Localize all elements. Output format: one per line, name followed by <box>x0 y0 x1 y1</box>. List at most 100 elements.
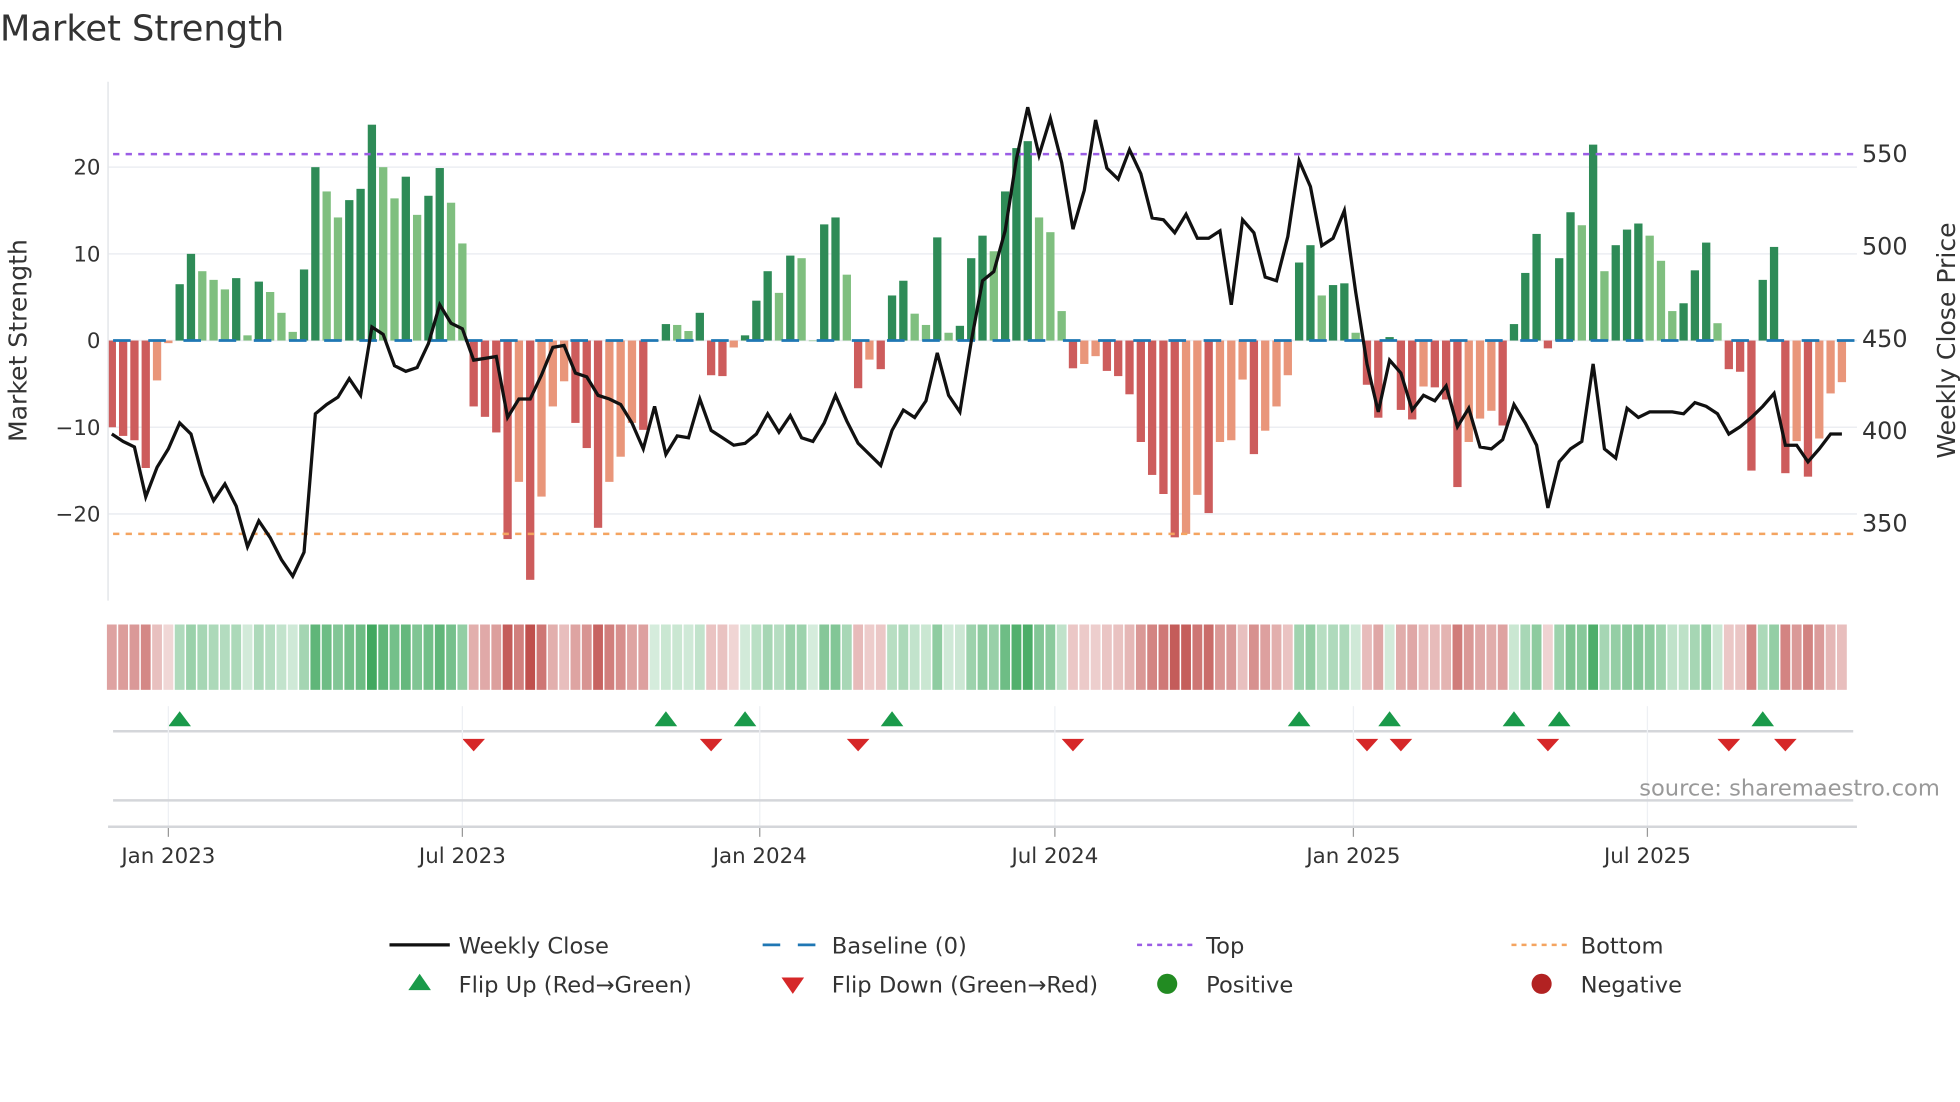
strength-bar <box>1125 340 1134 395</box>
legend-label: Top <box>1205 934 1244 960</box>
left-tick-label: −10 <box>55 416 100 441</box>
heat-cell <box>1407 624 1418 690</box>
strength-bar <box>1340 283 1349 341</box>
heat-cell <box>740 624 750 690</box>
heat-cell <box>1599 624 1610 690</box>
heat-cell <box>1791 624 1802 690</box>
heat-cell <box>321 624 332 690</box>
heat-cell <box>1633 624 1644 690</box>
heat-cell <box>1011 624 1022 690</box>
heat-cell <box>366 624 377 690</box>
heat-cell <box>219 624 230 690</box>
strength-bar <box>526 340 535 580</box>
heat-cell <box>1429 624 1440 690</box>
strength-bar <box>1769 246 1779 341</box>
heat-cell <box>1192 624 1203 690</box>
heat-cell <box>1622 624 1632 690</box>
strength-bar <box>1521 272 1530 341</box>
heat-cell <box>932 624 943 690</box>
triangle-down-icon <box>781 977 805 994</box>
heat-cell <box>1452 624 1463 690</box>
strength-bar <box>1193 340 1202 495</box>
flip-up-marker <box>168 711 191 727</box>
heat-cell <box>1226 624 1237 690</box>
heat-cell <box>186 624 196 690</box>
strength-bar <box>209 279 218 341</box>
heat-cell <box>921 624 931 690</box>
heat-cell <box>1271 624 1282 690</box>
heat-cell <box>513 624 524 690</box>
flip-down-marker <box>1536 738 1560 752</box>
x-tick-label: Jul 2025 <box>1602 844 1691 869</box>
strength-bar <box>899 280 908 341</box>
flip-up-marker <box>654 711 678 727</box>
heat-cell <box>1610 624 1621 690</box>
strength-bar <box>1792 340 1801 442</box>
heat-cell <box>1000 624 1011 690</box>
heat-cell <box>525 624 536 690</box>
heat-cell <box>491 624 502 690</box>
flip-up-marker <box>1547 711 1571 727</box>
heat-cell <box>1644 624 1655 690</box>
strength-bar <box>1328 285 1338 341</box>
heat-cell <box>627 624 637 690</box>
strength-bar <box>1826 340 1835 394</box>
legend-item-baseline: Baseline (0) <box>762 934 967 960</box>
strength-bar <box>1758 279 1767 341</box>
heat-cell <box>1475 624 1485 690</box>
strength-bar <box>186 253 196 341</box>
heat-cell <box>412 624 423 690</box>
flip-down-marker <box>1389 738 1413 752</box>
heat-cell <box>875 624 886 690</box>
strength-bar <box>820 224 829 341</box>
strength-bar <box>424 195 433 341</box>
strength-bar <box>311 167 320 341</box>
heat-cell <box>174 624 185 690</box>
strength-bar <box>480 340 490 417</box>
left-tick-label: 10 <box>73 242 100 267</box>
heat-cell <box>943 624 954 690</box>
strength-bar <box>1475 340 1485 419</box>
strength-bar <box>1634 223 1643 341</box>
heat-cell <box>1678 624 1689 690</box>
heat-cell <box>660 624 671 690</box>
strength-bar <box>1690 270 1700 341</box>
strength-bar <box>333 217 343 341</box>
legend: Weekly Close Baseline (0) Top Bottom Flip Up… <box>389 934 1682 999</box>
heat-cell <box>593 624 603 690</box>
strength-bar <box>1668 311 1677 341</box>
strength-bar <box>616 340 625 457</box>
strength-bar <box>1034 217 1044 341</box>
strength-bar <box>1102 340 1112 371</box>
strength-bar <box>1645 235 1654 341</box>
strength-bar <box>1747 340 1756 471</box>
market-strength-chart: Market Strength 20 10 0 −10 −20 550 500 450 400 3… <box>0 8 1960 999</box>
flip-down-marker <box>1061 738 1085 752</box>
heat-cell <box>1803 624 1813 690</box>
heat-cell <box>265 624 276 690</box>
heat-cell <box>762 624 773 690</box>
heat-cell <box>129 624 140 690</box>
heat-cell <box>1395 624 1406 690</box>
strength-bar <box>379 167 388 341</box>
legend-item-bottom: Bottom <box>1511 934 1664 960</box>
strength-bar <box>1114 340 1123 377</box>
strength-bar <box>1464 340 1473 442</box>
strength-bar <box>1588 144 1598 341</box>
strength-bar <box>593 340 603 528</box>
heat-cell <box>1158 624 1169 690</box>
strength-bar <box>831 217 840 341</box>
strength-bar <box>921 324 931 341</box>
strength-bar <box>718 340 727 377</box>
strength-bar <box>1600 271 1609 341</box>
strength-bar <box>1577 225 1586 341</box>
heat-cell <box>1147 624 1158 690</box>
left-tick-label: 20 <box>73 156 100 181</box>
strength-bar <box>277 312 286 341</box>
strength-bar <box>1679 303 1688 341</box>
heat-cell <box>887 624 897 690</box>
heat-cell <box>841 624 852 690</box>
strength-bar <box>1611 245 1620 341</box>
strength-bar <box>175 284 184 341</box>
strength-bar <box>1555 258 1564 341</box>
